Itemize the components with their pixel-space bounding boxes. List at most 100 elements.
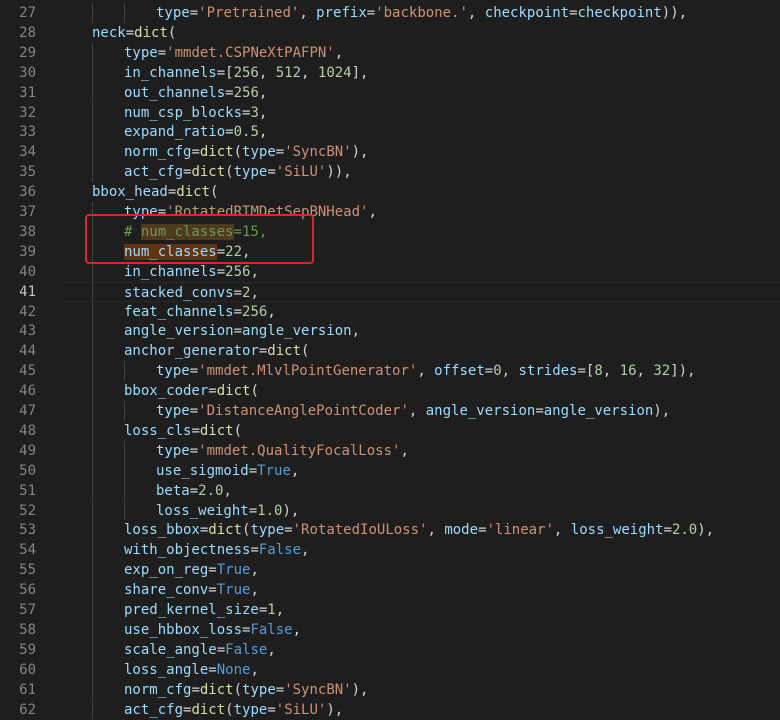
indent-guide bbox=[92, 600, 93, 620]
code-line[interactable]: anchor_generator=dict( bbox=[60, 341, 780, 361]
code-token: , bbox=[250, 661, 259, 678]
code-line[interactable]: num_csp_blocks=3, bbox=[60, 103, 780, 123]
code-line[interactable]: act_cfg=dict(type='SiLU')), bbox=[60, 162, 780, 182]
code-line[interactable]: in_channels=256, bbox=[60, 262, 780, 282]
code-line[interactable]: use_sigmoid=True, bbox=[60, 461, 780, 481]
code-token: )), bbox=[326, 164, 352, 181]
line-number: 40 bbox=[19, 263, 36, 280]
code-token: bbox_head bbox=[92, 184, 168, 201]
code-line[interactable]: norm_cfg=dict(type='SyncBN'), bbox=[60, 680, 780, 700]
code-line[interactable]: type='mmdet.QualityFocalLoss', bbox=[60, 441, 780, 461]
code-line[interactable]: scale_angle=False, bbox=[60, 640, 780, 660]
code-token: = bbox=[366, 5, 376, 21]
code-token: pred_kernel_size bbox=[124, 602, 259, 618]
code-token: ( bbox=[233, 144, 243, 161]
line-number: 62 bbox=[19, 701, 36, 718]
code-token: = bbox=[125, 24, 135, 41]
code-token: 'mmdet.QualityFocalLoss' bbox=[198, 442, 401, 459]
line-number: 41 bbox=[19, 283, 36, 300]
line-number: 47 bbox=[19, 403, 36, 419]
line-number: 59 bbox=[19, 641, 36, 658]
code-token: ), bbox=[697, 522, 715, 539]
code-token: 256 bbox=[233, 64, 259, 81]
code-line[interactable]: neck=dict( bbox=[60, 23, 780, 43]
code-line[interactable]: bbox_coder=dict( bbox=[60, 381, 780, 401]
code-token: = bbox=[233, 303, 243, 320]
line-number: 30 bbox=[19, 64, 36, 81]
code-token: , bbox=[290, 462, 300, 479]
code-token: = bbox=[233, 323, 243, 340]
line-number: 46 bbox=[19, 383, 36, 400]
code-line[interactable]: norm_cfg=dict(type='SyncBN'), bbox=[60, 142, 780, 162]
code-line[interactable]: act_cfg=dict(type='SiLU'), bbox=[60, 700, 780, 720]
code-token: = bbox=[267, 164, 276, 181]
code-token: angle_version bbox=[124, 323, 234, 340]
code-token: True bbox=[257, 462, 291, 479]
code-token: 'backbone.' bbox=[375, 5, 468, 21]
code-token: in_channels bbox=[124, 64, 217, 81]
code-token: = bbox=[267, 701, 276, 718]
indent-guide bbox=[92, 440, 93, 461]
code-area[interactable]: type='Pretrained', prefix='backbone.', c… bbox=[60, 0, 780, 720]
code-token: angle_version bbox=[242, 323, 352, 340]
code-token: , bbox=[250, 284, 259, 301]
code-token: dict bbox=[208, 522, 243, 539]
code-token: = bbox=[216, 641, 226, 658]
line-number: 48 bbox=[19, 422, 36, 439]
code-line[interactable]: loss_bbox=dict(type='RotatedIoULoss', mo… bbox=[60, 520, 780, 540]
code-line[interactable]: type='Pretrained', prefix='backbone.', c… bbox=[60, 3, 780, 23]
code-line[interactable]: loss_cls=dict( bbox=[60, 421, 780, 441]
code-token: type bbox=[156, 403, 190, 419]
code-token: , bbox=[408, 403, 426, 419]
code-token: neck bbox=[92, 24, 126, 41]
code-token: = bbox=[250, 542, 259, 559]
code-line[interactable]: pred_kernel_size=1, bbox=[60, 600, 780, 620]
code-line[interactable]: expand_ratio=0.5, bbox=[60, 122, 780, 142]
code-token: 3 bbox=[250, 104, 259, 121]
code-line[interactable]: loss_weight=1.0), bbox=[60, 501, 780, 521]
code-line[interactable]: use_hbbox_loss=False, bbox=[60, 620, 780, 640]
code-token: norm_cfg bbox=[124, 681, 192, 698]
code-token: = bbox=[191, 422, 200, 439]
code-token: , bbox=[334, 44, 344, 61]
code-token: anchor_generator bbox=[124, 343, 259, 360]
code-token: feat_channels bbox=[124, 303, 234, 320]
code-line[interactable]: share_conv=True, bbox=[60, 580, 780, 600]
code-line[interactable]: stacked_convs=2, bbox=[60, 281, 780, 302]
line-number-gutter[interactable]: 27 28 29 30 31 32 33 34 35 36 37 38 39 40 41 42 43 44 45 46… bbox=[0, 0, 60, 720]
code-line[interactable]: bbox_head=dict( bbox=[60, 182, 780, 202]
code-token: 'SiLU' bbox=[275, 164, 327, 181]
code-editor[interactable]: 27 28 29 30 31 32 33 34 35 36 37 38 39 40 41 42 43 44 45 46… bbox=[0, 0, 780, 720]
code-token: type bbox=[156, 363, 190, 380]
code-token: = bbox=[216, 263, 226, 280]
code-token: dict bbox=[176, 184, 211, 201]
code-line[interactable]: loss_angle=None, bbox=[60, 660, 780, 680]
code-line[interactable]: out_channels=256, bbox=[60, 83, 780, 103]
code-token: = bbox=[233, 284, 243, 301]
code-line[interactable]: feat_channels=256, bbox=[60, 302, 780, 322]
code-line[interactable]: angle_version=angle_version, bbox=[60, 321, 780, 341]
code-line[interactable]: type='DistanceAnglePointCoder', angle_ve… bbox=[60, 401, 780, 421]
code-line[interactable]: in_channels=[256, 512, 1024], bbox=[60, 63, 780, 83]
code-token: 0 bbox=[493, 363, 502, 380]
code-token: , bbox=[250, 263, 259, 280]
code-line[interactable]: exp_on_reg=True, bbox=[60, 560, 780, 580]
code-line[interactable]: beta=2.0, bbox=[60, 481, 780, 501]
code-line[interactable]: with_objectness=False, bbox=[60, 540, 780, 560]
code-token: = bbox=[248, 502, 258, 519]
code-token: = bbox=[189, 403, 199, 419]
code-token: bbox_coder bbox=[124, 383, 209, 400]
code-line[interactable]: type='mmdet.MlvlPointGenerator', offset=… bbox=[60, 361, 780, 381]
code-token: = bbox=[569, 5, 578, 21]
code-token: , bbox=[258, 124, 268, 141]
indent-guide bbox=[124, 361, 125, 382]
code-token: , bbox=[400, 442, 409, 459]
code-token: num_csp_blocks bbox=[124, 104, 243, 121]
code-token: , bbox=[258, 104, 268, 121]
code-token: , bbox=[223, 482, 232, 499]
code-line[interactable]: type='mmdet.CSPNeXtPAFPN', bbox=[60, 43, 780, 63]
line-number: 37 bbox=[19, 204, 36, 220]
code-token: = bbox=[225, 84, 234, 101]
indent-guide bbox=[124, 3, 125, 23]
code-token: dict bbox=[199, 681, 234, 698]
